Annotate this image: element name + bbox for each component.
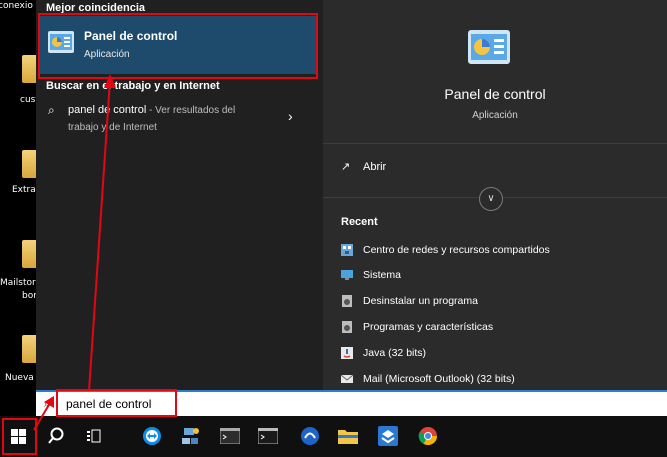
network-app-button[interactable] — [176, 422, 204, 450]
file-explorer-icon — [338, 430, 358, 444]
programs-icon — [342, 295, 352, 308]
app-store-button[interactable] — [374, 422, 402, 450]
network-icon — [341, 244, 353, 257]
highlight-box — [56, 389, 177, 417]
open-action[interactable]: ↗ Abrir — [341, 160, 386, 173]
network-app-icon — [182, 428, 199, 444]
web-search-suffix-2: trabajo y de Internet — [68, 122, 157, 133]
preview-title: Panel de control — [444, 86, 546, 102]
app-icon — [301, 427, 319, 445]
task-view-button[interactable] — [80, 422, 108, 450]
search-icon: ⌕ — [48, 103, 55, 117]
terminal-button[interactable] — [216, 422, 244, 450]
expand-button[interactable]: ∨ — [479, 187, 503, 211]
recent-heading: Recent — [341, 216, 378, 228]
desktop-icon[interactable]: cust — [0, 55, 39, 115]
search-icon — [48, 427, 64, 444]
chevron-down-icon: ∨ — [487, 193, 495, 204]
recent-item[interactable]: Programas y características — [341, 319, 493, 335]
recent-item[interactable]: Desinstalar un programa — [341, 293, 478, 309]
chevron-right-icon[interactable]: › — [288, 108, 293, 124]
recent-item-label: Java (32 bits) — [363, 347, 427, 359]
web-search-heading: Buscar en el trabajo y en Internet — [46, 80, 220, 92]
app-store-icon — [378, 426, 398, 446]
open-label: Abrir — [363, 161, 387, 173]
taskbar — [0, 416, 667, 457]
recent-item-label: Desinstalar un programa — [363, 295, 478, 307]
control-panel-icon — [468, 30, 510, 64]
task-view-icon — [87, 429, 101, 443]
desktop-icon[interactable]: Mailstorb bor — [0, 240, 41, 301]
desktop-icon-label: bor — [22, 291, 37, 301]
mail-icon — [341, 374, 353, 384]
recent-item-label: Centro de redes y recursos compartidos — [363, 244, 550, 256]
recent-item[interactable]: Mail (Microsoft Outlook) (32 bits) — [341, 371, 515, 387]
cmd-icon — [258, 428, 278, 444]
recent-item-label: Sistema — [363, 269, 401, 281]
recent-item[interactable]: Java (32 bits) — [341, 345, 426, 361]
desktop-icon-label: conexio — [0, 1, 33, 11]
chrome-icon — [418, 427, 437, 446]
terminal-icon — [220, 428, 240, 444]
teamviewer-icon — [143, 427, 161, 445]
desktop-icon[interactable]: Extrac — [0, 150, 41, 210]
file-explorer-button[interactable] — [334, 422, 362, 450]
recent-item[interactable]: Sistema — [341, 267, 401, 283]
web-search-suffix: - Ver resultados del — [146, 105, 236, 116]
programs-icon — [342, 321, 352, 334]
divider — [323, 143, 667, 144]
web-search-query: panel de control — [68, 104, 147, 116]
highlight-box — [2, 418, 37, 455]
desktop-icon[interactable]: Nueva — [0, 335, 38, 395]
app-button[interactable] — [296, 422, 324, 450]
preview-pane: Panel de control Aplicación ↗ Abrir ∨ Rec… — [323, 0, 667, 390]
highlight-box — [38, 13, 318, 79]
java-icon — [341, 347, 353, 360]
search-button[interactable] — [42, 422, 70, 450]
web-search-result[interactable]: ⌕ panel de control - Ver resultados del … — [36, 96, 323, 144]
system-icon — [341, 270, 353, 281]
cmd-button[interactable] — [254, 422, 282, 450]
desktop-icon-label: Nueva — [5, 373, 34, 383]
recent-item-label: Programas y características — [363, 321, 494, 333]
chrome-button[interactable] — [414, 422, 442, 450]
desktop-icon[interactable]: conexio — [0, 0, 36, 58]
open-icon: ↗ — [341, 161, 351, 173]
preview-subtitle: Aplicación — [472, 110, 518, 121]
teamviewer-button[interactable] — [138, 422, 166, 450]
web-search-text: panel de control - Ver resultados del tr… — [68, 102, 288, 136]
recent-item-label: Mail (Microsoft Outlook) (32 bits) — [363, 373, 515, 385]
recent-item[interactable]: Centro de redes y recursos compartidos — [341, 242, 550, 258]
desktop: conexio cust Extrac Mailstorb bor Nueva — [0, 0, 41, 390]
search-icon: ⌕ — [44, 396, 51, 410]
